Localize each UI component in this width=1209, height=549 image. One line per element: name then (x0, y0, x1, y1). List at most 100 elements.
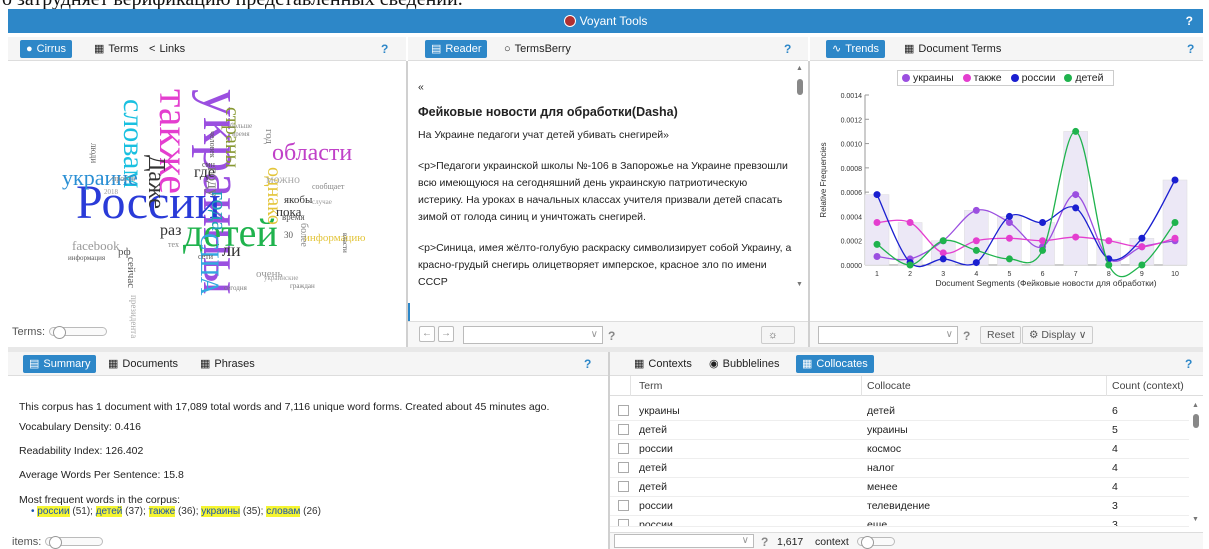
legend-item[interactable]: россии (1010, 72, 1056, 84)
cloud-word[interactable]: тех (168, 241, 179, 249)
context-slider[interactable] (857, 536, 895, 549)
cloud-word[interactable]: сейчас (125, 257, 137, 288)
cloud-word[interactable]: Даже (143, 155, 169, 209)
cloud-word[interactable]: смн (202, 161, 215, 169)
table-row[interactable]: детей налог 4 (610, 459, 1189, 478)
table-row[interactable]: детей менее 4 (610, 478, 1189, 497)
reader-help-icon[interactable]: ? (784, 42, 791, 56)
bulb-options-button[interactable]: ☼ ∨ (761, 326, 795, 347)
cloud-word[interactable]: сети (198, 253, 213, 261)
tab-bubblelines[interactable]: ◉ Bubblelines (703, 355, 785, 373)
scroll-down-icon[interactable]: ▼ (796, 281, 803, 288)
summary-help-icon[interactable]: ? (584, 357, 591, 371)
trends-search-input[interactable]: ∨ (818, 326, 958, 344)
cloud-word[interactable]: якобы (284, 195, 312, 206)
cloud-word[interactable]: больше (230, 123, 252, 130)
cloud-word[interactable]: граждан (290, 283, 315, 290)
row-checkbox[interactable] (618, 405, 629, 416)
tab-trends[interactable]: ∿ Trends (826, 40, 886, 58)
cloud-word[interactable]: можно (266, 173, 300, 185)
legend-item[interactable]: детей (1064, 72, 1103, 84)
display-button[interactable]: ⚙ Display ∨ (1022, 326, 1094, 344)
frequent-word-link[interactable]: словам (266, 506, 301, 517)
cloud-word[interactable]: год (263, 129, 275, 144)
tab-collocates[interactable]: ▦ Collocates (796, 355, 874, 373)
cloud-word[interactable]: 30 (284, 231, 293, 240)
cloud-word[interactable]: время (232, 131, 250, 138)
column-header-count[interactable]: Count (context) (1112, 380, 1184, 392)
cell-collocate: космос (867, 443, 902, 455)
reset-button[interactable]: Reset (980, 326, 1022, 344)
prev-arrow-icon[interactable]: ← (419, 326, 435, 342)
tab-terms[interactable]: ▦ Terms (88, 40, 144, 58)
tab-links[interactable]: < Links (143, 40, 191, 58)
cloud-word[interactable]: более (298, 223, 309, 247)
cirrus-help-icon[interactable]: ? (381, 42, 388, 56)
tab-reader[interactable]: ▤ Reader (425, 40, 488, 58)
reader-search-help-icon[interactable]: ? (608, 329, 615, 343)
trends-search-help-icon[interactable]: ? (963, 329, 970, 343)
terms-slider[interactable] (49, 326, 107, 339)
row-checkbox[interactable] (618, 443, 629, 454)
collocates-scrollbar[interactable]: ▲ ▼ (1192, 402, 1200, 523)
tab-cirrus[interactable]: ● Cirrus (20, 40, 72, 58)
tab-phrases[interactable]: ▦ Phrases (194, 355, 261, 373)
frequent-word-link[interactable]: украины (201, 506, 241, 517)
cloud-word[interactable]: люди (89, 143, 99, 163)
cloud-word[interactable]: года (207, 191, 232, 231)
tab-termsberry[interactable]: ○ TermsBerry (498, 40, 577, 58)
next-arrow-icon[interactable]: → (438, 326, 454, 342)
tab-summary[interactable]: ▤ Summary (23, 355, 97, 373)
row-checkbox[interactable] (618, 424, 629, 435)
cloud-word[interactable]: facebook (72, 239, 120, 252)
table-row[interactable]: украины детей 6 (610, 402, 1189, 421)
cloud-word[interactable]: рф (118, 247, 131, 258)
cloud-word[interactable]: украинские (264, 275, 298, 282)
table-row[interactable]: россии космос 4 (610, 440, 1189, 459)
legend-item[interactable]: украины (902, 72, 954, 84)
scroll-down-icon[interactable]: ▼ (1192, 516, 1199, 523)
collocates-search-help-icon[interactable]: ? (761, 535, 768, 549)
column-header-term[interactable]: Term (639, 380, 662, 392)
cloud-word[interactable]: информация (68, 255, 105, 262)
table-row[interactable]: россии телевидение 3 (610, 497, 1189, 516)
cloud-word[interactable]: информацию (304, 233, 366, 244)
app-help-icon[interactable]: ? (1186, 14, 1193, 28)
frequent-word-link[interactable]: детей (95, 506, 123, 517)
row-checkbox[interactable] (618, 481, 629, 492)
cloud-word[interactable]: ли (222, 241, 241, 259)
scroll-up-icon[interactable]: ▲ (1192, 402, 1199, 409)
scroll-up-icon[interactable]: ▲ (796, 65, 803, 72)
frequent-word-link[interactable]: россии (37, 506, 70, 517)
cloud-word[interactable]: 2018 (104, 189, 118, 196)
cloud-word[interactable]: области (272, 141, 352, 165)
table-row[interactable]: детей украины 5 (610, 421, 1189, 440)
row-checkbox[interactable] (618, 519, 629, 526)
tab-contexts[interactable]: ▦ Contexts (628, 355, 698, 373)
cloud-word[interactable]: сообщает (312, 183, 344, 191)
cloud-word[interactable]: США (195, 233, 224, 295)
cloud-word[interactable]: президента (129, 295, 139, 338)
reader-scrollbar[interactable]: ▲ ▼ (796, 65, 804, 288)
row-checkbox[interactable] (618, 500, 629, 511)
collocates-help-icon[interactable]: ? (1185, 357, 1192, 371)
trends-help-icon[interactable]: ? (1187, 42, 1194, 56)
cloud-word[interactable]: человек (208, 131, 217, 158)
tab-document-terms[interactable]: ▦ Document Terms (898, 40, 1007, 58)
legend-item[interactable]: также (962, 72, 1002, 84)
cloud-word[interactable]: время (282, 213, 305, 222)
cloud-word[interactable]: власти (341, 233, 349, 253)
frequent-word-link[interactable]: также (148, 506, 176, 517)
share-icon: < (149, 43, 156, 55)
collocates-search-input[interactable]: ∨ (614, 534, 754, 548)
table-row[interactable]: россии еще 3 (610, 516, 1189, 527)
items-slider[interactable] (45, 536, 104, 549)
column-header-collocate[interactable]: Collocate (867, 380, 911, 392)
tab-documents[interactable]: ▦ Documents (102, 355, 184, 373)
row-checkbox[interactable] (618, 462, 629, 473)
cloud-word[interactable]: случае (312, 199, 332, 206)
cloud-word[interactable]: просто (112, 175, 135, 183)
cloud-word[interactable]: сегодня (224, 285, 247, 292)
cloud-word[interactable]: раз (160, 223, 181, 239)
reader-search-input[interactable]: ∨ (463, 326, 603, 344)
